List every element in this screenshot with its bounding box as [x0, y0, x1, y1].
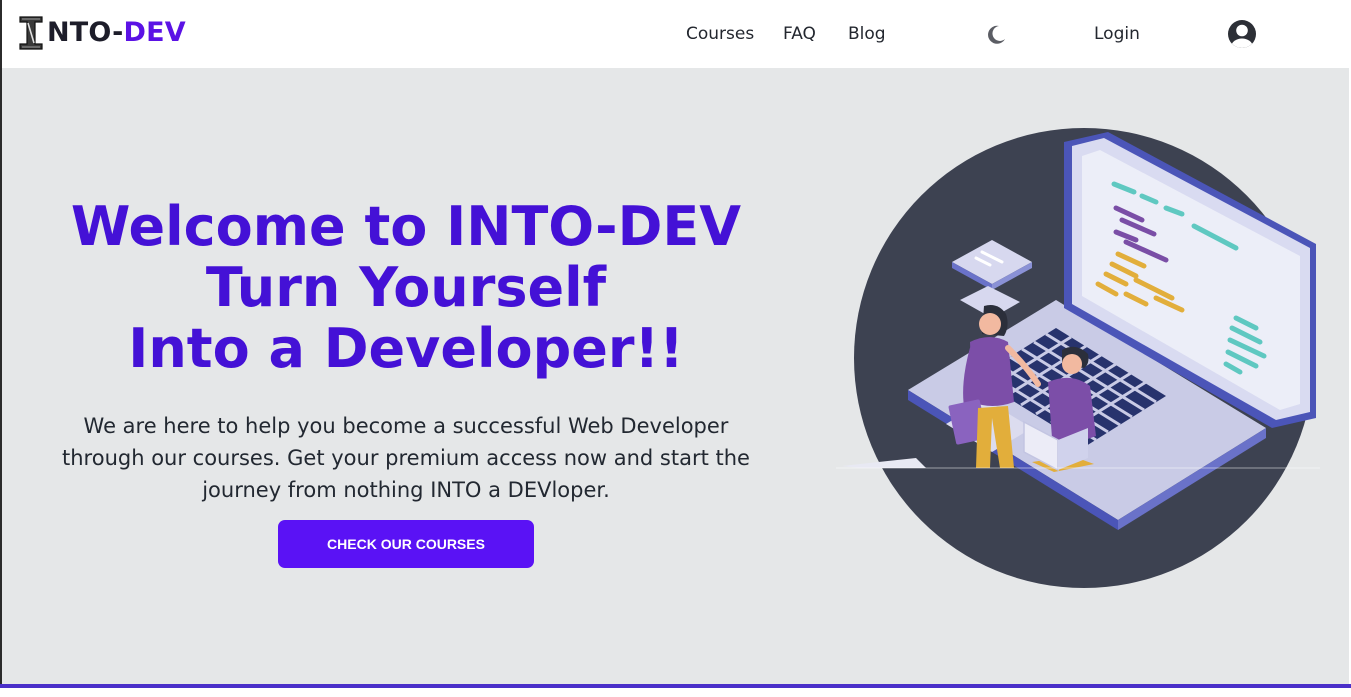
hero-title-line-1: Welcome to INTO-DEV: [70, 195, 742, 258]
check-courses-button[interactable]: CHECK OUR COURSES: [278, 520, 534, 568]
brand-name: NTO-DEV: [47, 14, 186, 52]
user-avatar-icon[interactable]: [1227, 19, 1257, 49]
i-letter-icon: [19, 16, 43, 50]
window-edge-left: [0, 0, 2, 697]
hero-title: Welcome to INTO-DEV Turn Yourself Into a…: [36, 196, 776, 379]
hero-description: We are here to help you become a success…: [62, 414, 750, 502]
login-link[interactable]: Login: [1094, 22, 1140, 46]
nav-link-courses[interactable]: Courses: [686, 22, 754, 46]
developers-laptop-illustration: [836, 128, 1320, 588]
brand-logo[interactable]: NTO-DEV: [18, 14, 186, 52]
top-navbar: NTO-DEV Courses FAQ Blog Login: [2, 0, 1349, 68]
next-section-edge: [0, 688, 1351, 697]
nav-link-blog[interactable]: Blog: [848, 22, 886, 46]
moon-icon[interactable]: [986, 22, 1008, 46]
nav-link-faq[interactable]: FAQ: [783, 22, 816, 46]
hero-title-line-3: Into a Developer!!: [128, 317, 684, 380]
brand-name-prefix: NTO-: [47, 17, 124, 48]
brand-name-accent: DEV: [123, 17, 186, 48]
hero-title-line-2: Turn Yourself: [205, 256, 607, 319]
